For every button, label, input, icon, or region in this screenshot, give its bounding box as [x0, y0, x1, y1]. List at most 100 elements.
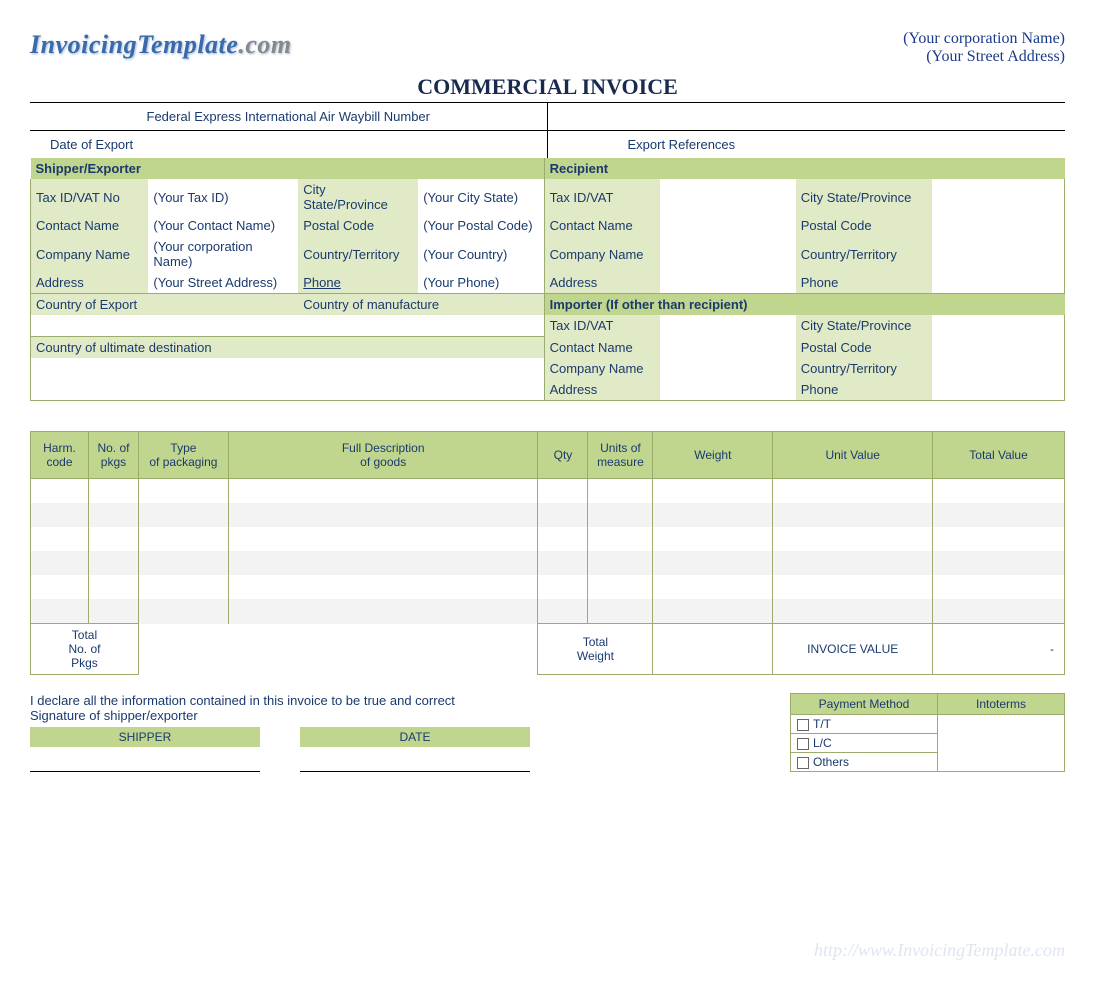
table-row [31, 599, 1065, 624]
page-title: COMMERCIAL INVOICE [30, 74, 1065, 100]
ship-city-v: (Your City State) [418, 179, 544, 215]
ship-tax-v: (Your Tax ID) [148, 179, 298, 215]
country-manuf-v [298, 315, 544, 337]
signature-row: SHIPPER DATE [30, 727, 770, 772]
ship-postal-l: Postal Code [298, 215, 418, 236]
shipper-sig-line [30, 747, 260, 772]
country-dest-v [31, 358, 545, 401]
logo-text: InvoicingTemplate [30, 30, 238, 59]
imp-address-l: Address [544, 379, 660, 401]
logo: InvoicingTemplate.com [30, 30, 292, 60]
h-weight: Weight [653, 432, 773, 479]
corp-name: (Your corporation Name) [903, 30, 1065, 48]
checkbox-icon[interactable] [797, 757, 809, 769]
pm-lc: L/C [791, 734, 938, 753]
h-harm: Harm.code [31, 432, 89, 479]
rec-contact-v [660, 215, 796, 236]
ship-company-l: Company Name [31, 236, 149, 272]
waybill-label: Federal Express International Air Waybil… [30, 103, 548, 130]
date-sig-line [300, 747, 530, 772]
rec-city-l: City State/Province [796, 179, 932, 215]
decl-line2: Signature of shipper/exporter [30, 708, 770, 723]
date-ref-row: Date of Export Export References [30, 131, 1065, 158]
imp-country-v [932, 358, 1065, 379]
rec-company-l: Company Name [544, 236, 660, 272]
rec-country-v [932, 236, 1065, 272]
ship-company-v: (Your corporation Name) [148, 236, 298, 272]
ship-phone-l: Phone [298, 272, 418, 294]
h-unitval: Unit Value [773, 432, 933, 479]
imp-tax-v [660, 315, 796, 337]
pm-method-h: Payment Method [791, 694, 938, 715]
rec-tax-v [660, 179, 796, 215]
foot-inv-l: INVOICE VALUE [773, 624, 933, 675]
goods-foot: TotalNo. ofPkgs TotalWeight INVOICE VALU… [31, 624, 1065, 675]
table-row [31, 551, 1065, 575]
rec-postal-l: Postal Code [796, 215, 932, 236]
rec-country-l: Country/Territory [796, 236, 932, 272]
shipper-sig: SHIPPER [30, 727, 260, 772]
date-export-label: Date of Export [30, 131, 548, 158]
ship-tax-l: Tax ID/VAT No [31, 179, 149, 215]
pm-into-v [938, 715, 1065, 772]
h-desc: Full Descriptionof goods [228, 432, 538, 479]
h-units: Units ofmeasure [588, 432, 653, 479]
table-row [31, 527, 1065, 551]
rec-company-v [660, 236, 796, 272]
waybill-value [548, 103, 1066, 130]
checkbox-icon[interactable] [797, 719, 809, 731]
imp-postal-v [932, 337, 1065, 359]
ship-city-l: City State/Province [298, 179, 418, 215]
pm-into-h: Intoterms [938, 694, 1065, 715]
rec-address-v [660, 272, 796, 294]
date-sig-head: DATE [300, 727, 530, 747]
decl-line1: I declare all the information contained … [30, 693, 770, 708]
foot-inv-v: - [933, 624, 1065, 675]
recipient-heading: Recipient [544, 158, 1064, 179]
pm-tt: T/T [791, 715, 938, 734]
ship-postal-v: (Your Postal Code) [418, 215, 544, 236]
h-pkgs: No. ofpkgs [88, 432, 138, 479]
h-totalval: Total Value [933, 432, 1065, 479]
h-type: Typeof packaging [138, 432, 228, 479]
imp-company-l: Company Name [544, 358, 660, 379]
imp-contact-v [660, 337, 796, 359]
header: InvoicingTemplate.com (Your corporation … [30, 30, 1065, 66]
rec-contact-l: Contact Name [544, 215, 660, 236]
foot-weight-l: TotalWeight [538, 624, 653, 675]
corp-info: (Your corporation Name) (Your Street Add… [903, 30, 1065, 66]
table-row [31, 503, 1065, 527]
ship-contact-v: (Your Contact Name) [148, 215, 298, 236]
table-row [31, 575, 1065, 599]
logo-suffix: .com [238, 30, 291, 59]
rec-city-v [932, 179, 1065, 215]
h-qty: Qty [538, 432, 588, 479]
ship-address-l: Address [31, 272, 149, 294]
imp-city-v [932, 315, 1065, 337]
imp-country-l: Country/Territory [796, 358, 932, 379]
table-row [31, 479, 1065, 504]
info-block: Shipper/Exporter Recipient Tax ID/VAT No… [30, 158, 1065, 401]
country-manuf-l: Country of manufacture [298, 294, 544, 316]
ship-phone-v: (Your Phone) [418, 272, 544, 294]
ship-country-v: (Your Country) [418, 236, 544, 272]
foot-weight-v [653, 624, 773, 675]
imp-contact-l: Contact Name [544, 337, 660, 359]
foot-pkgs-l: TotalNo. ofPkgs [31, 624, 139, 675]
payment-table: Payment Method Intoterms T/T L/C Others [790, 693, 1065, 772]
rec-address-l: Address [544, 272, 660, 294]
shipper-heading: Shipper/Exporter [31, 158, 545, 179]
shipper-sig-head: SHIPPER [30, 727, 260, 747]
imp-postal-l: Postal Code [796, 337, 932, 359]
imp-company-v [660, 358, 796, 379]
corp-address: (Your Street Address) [903, 48, 1065, 66]
imp-phone-v [932, 379, 1065, 401]
imp-phone-l: Phone [796, 379, 932, 401]
declaration-left: I declare all the information contained … [30, 693, 770, 772]
rec-postal-v [932, 215, 1065, 236]
waybill-row: Federal Express International Air Waybil… [30, 103, 1065, 130]
rec-phone-v [932, 272, 1065, 294]
pm-others: Others [791, 753, 938, 772]
checkbox-icon[interactable] [797, 738, 809, 750]
date-sig: DATE [300, 727, 530, 772]
